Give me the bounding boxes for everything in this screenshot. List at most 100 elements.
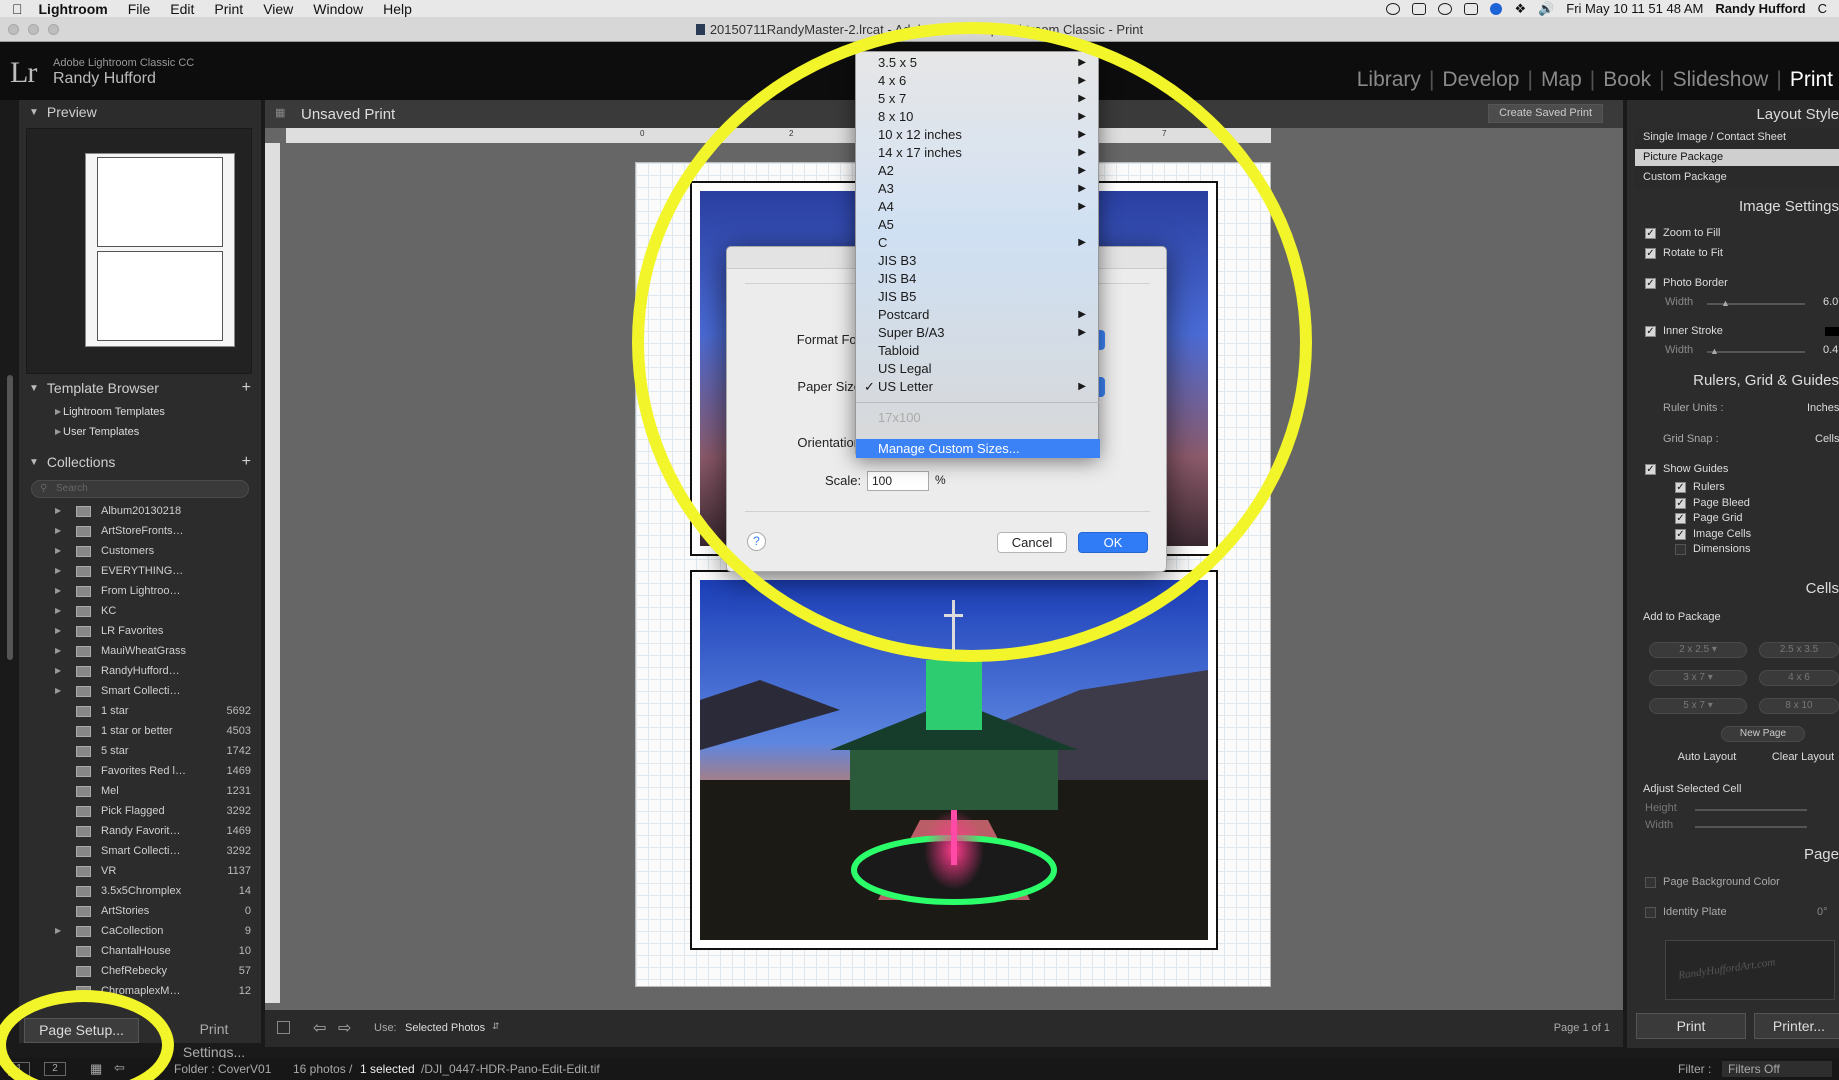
clock[interactable]: Fri May 10 11 51 48 AM: [1566, 1, 1703, 16]
zoom-to-fill-checkbox[interactable]: ✓: [1645, 228, 1656, 239]
paper-size-item[interactable]: A5: [856, 216, 1100, 234]
collection-item[interactable]: Randy Favorit… 1469: [19, 822, 261, 842]
cell-size-button[interactable]: 3 x 7 ▾: [1649, 670, 1747, 686]
collection-item[interactable]: 3.5x5Chromplex 14: [19, 882, 261, 902]
module-develop[interactable]: Develop: [1436, 68, 1525, 92]
expand-triangle-icon[interactable]: ▶: [55, 666, 61, 675]
screen-2-button[interactable]: 2: [44, 1062, 66, 1076]
collection-item[interactable]: Smart Collecti… 3292: [19, 842, 261, 862]
layout-style-custom[interactable]: Custom Package: [1643, 171, 1727, 183]
photo-border-width-value[interactable]: 6.0: [1823, 296, 1838, 308]
rotate-to-fit-checkbox[interactable]: ✓: [1645, 248, 1656, 259]
template-browser-header[interactable]: ▼ Template Browser +: [19, 376, 261, 400]
paper-size-item[interactable]: 10 x 12 inches ▶: [856, 126, 1100, 144]
creative-cloud-icon[interactable]: [1438, 2, 1453, 15]
page-section-title[interactable]: Page: [1804, 846, 1839, 866]
use-dropdown[interactable]: Selected Photos: [405, 1022, 485, 1034]
expand-triangle-icon[interactable]: ▶: [55, 686, 61, 695]
identity-plate-angle[interactable]: 0°: [1817, 906, 1828, 918]
left-panel-scrollbar[interactable]: [7, 375, 13, 660]
user-name[interactable]: Randy Hufford: [1715, 1, 1805, 16]
expand-triangle-icon[interactable]: ▶: [55, 566, 61, 575]
paper-size-item[interactable]: 3.5 x 5 ▶: [856, 54, 1100, 72]
collection-item[interactable]: 1 star or better 4503: [19, 722, 261, 742]
identity-plate-preview[interactable]: RandyHuffordArt.com: [1665, 940, 1835, 1000]
slider-thumb-icon[interactable]: ▲: [1710, 346, 1719, 356]
layout-style-single[interactable]: Single Image / Contact Sheet: [1643, 131, 1786, 143]
zoom-window-icon[interactable]: [48, 24, 59, 35]
menu-print[interactable]: Print: [214, 1, 243, 17]
collection-search-input[interactable]: ⚲ Search: [31, 480, 249, 498]
menu-window[interactable]: Window: [313, 1, 363, 17]
paper-size-item[interactable]: JIS B5: [856, 288, 1100, 306]
next-page-icon[interactable]: ⇨: [338, 1018, 351, 1038]
print-settings-button[interactable]: Print Settings...: [168, 1018, 260, 1060]
paper-size-item[interactable]: A3 ▶: [856, 180, 1100, 198]
close-window-icon[interactable]: [8, 24, 19, 35]
print-button[interactable]: Print: [1636, 1013, 1746, 1039]
collection-item[interactable]: ▶ LR Favorites: [19, 622, 261, 642]
expand-triangle-icon[interactable]: ▶: [55, 506, 61, 515]
ruler-units-value[interactable]: Inches: [1807, 402, 1839, 414]
menu-app-name[interactable]: Lightroom: [39, 1, 108, 17]
add-template-icon[interactable]: +: [242, 379, 251, 397]
collection-item[interactable]: ChromaplexM… 12: [19, 982, 261, 1002]
inner-stroke-slider[interactable]: [1707, 351, 1805, 353]
paper-size-item[interactable]: A4 ▶: [856, 198, 1100, 216]
inner-stroke-checkbox[interactable]: ✓: [1645, 326, 1656, 337]
clear-layout-button[interactable]: Clear Layout: [1763, 751, 1839, 763]
paper-size-item[interactable]: JIS B3: [856, 252, 1100, 270]
expand-triangle-icon[interactable]: ▶: [55, 546, 61, 555]
collection-item[interactable]: ArtStories 0: [19, 902, 261, 922]
identity-plate-checkbox[interactable]: [1645, 907, 1656, 918]
paper-size-item[interactable]: Tabloid: [856, 342, 1100, 360]
guide-checkbox[interactable]: ✓: [1675, 497, 1686, 509]
previous-page-icon[interactable]: ⇦: [313, 1018, 326, 1038]
apple-icon[interactable]: : [12, 1, 23, 17]
paper-size-item[interactable]: C ▶: [856, 234, 1100, 252]
menu-view[interactable]: View: [263, 1, 293, 17]
dropbox-icon[interactable]: ❖: [1514, 1, 1526, 17]
module-library[interactable]: Library: [1351, 68, 1427, 92]
menu-file[interactable]: File: [128, 1, 151, 17]
module-book[interactable]: Book: [1597, 68, 1657, 92]
cell-height-slider[interactable]: [1695, 809, 1807, 811]
paper-size-item[interactable]: JIS B4: [856, 270, 1100, 288]
folder-source[interactable]: Folder : CoverV01: [174, 1062, 271, 1076]
grid-snap-value[interactable]: Cells: [1815, 433, 1839, 445]
paper-size-item[interactable]: US Legal: [856, 360, 1100, 378]
page-bg-color-checkbox[interactable]: [1645, 877, 1656, 888]
add-collection-icon[interactable]: +: [242, 453, 251, 471]
image-cell-bottom[interactable]: [690, 570, 1218, 950]
expand-triangle-icon[interactable]: ▶: [55, 586, 61, 595]
new-page-button[interactable]: New Page: [1721, 726, 1805, 742]
collection-item[interactable]: 1 star 5692: [19, 702, 261, 722]
cell-size-button[interactable]: 8 x 10: [1759, 698, 1839, 714]
collection-item[interactable]: VR 1137: [19, 862, 261, 882]
preview-header[interactable]: ▼ Preview: [19, 100, 261, 124]
cell-size-button[interactable]: 4 x 6: [1759, 670, 1839, 686]
printer-button[interactable]: Printer...: [1754, 1013, 1839, 1039]
image-settings-title[interactable]: Image Settings: [1739, 198, 1839, 218]
collection-item[interactable]: ▶ Album20130218: [19, 502, 261, 522]
collection-item[interactable]: ▶ Smart Collecti…: [19, 682, 261, 702]
help-button[interactable]: ?: [747, 532, 766, 551]
layout-style-picture-package[interactable]: Picture Package: [1643, 151, 1723, 163]
collection-item[interactable]: Mel 1231: [19, 782, 261, 802]
toolbar-square-icon[interactable]: [277, 1021, 290, 1034]
back-arrow-icon[interactable]: ⇦: [114, 1060, 125, 1076]
auto-layout-button[interactable]: Auto Layout: [1667, 751, 1747, 763]
cell-width-slider[interactable]: [1695, 826, 1807, 828]
expand-triangle-icon[interactable]: ▶: [55, 526, 61, 535]
module-map[interactable]: Map: [1535, 68, 1588, 92]
expand-triangle-icon[interactable]: ▶: [55, 606, 61, 615]
volume-icon[interactable]: 🔊: [1538, 1, 1554, 17]
paper-size-item[interactable]: Super B/A3 ▶: [856, 324, 1100, 342]
ok-button[interactable]: OK: [1078, 532, 1148, 553]
status-icon[interactable]: [1386, 2, 1401, 15]
collection-item[interactable]: ▶ KC: [19, 602, 261, 622]
inner-stroke-width-value[interactable]: 0.4: [1823, 344, 1838, 356]
cell-size-button[interactable]: 2.5 x 3.5: [1759, 642, 1839, 658]
record-icon[interactable]: [1490, 2, 1503, 15]
guide-checkbox[interactable]: ✓: [1675, 528, 1686, 540]
